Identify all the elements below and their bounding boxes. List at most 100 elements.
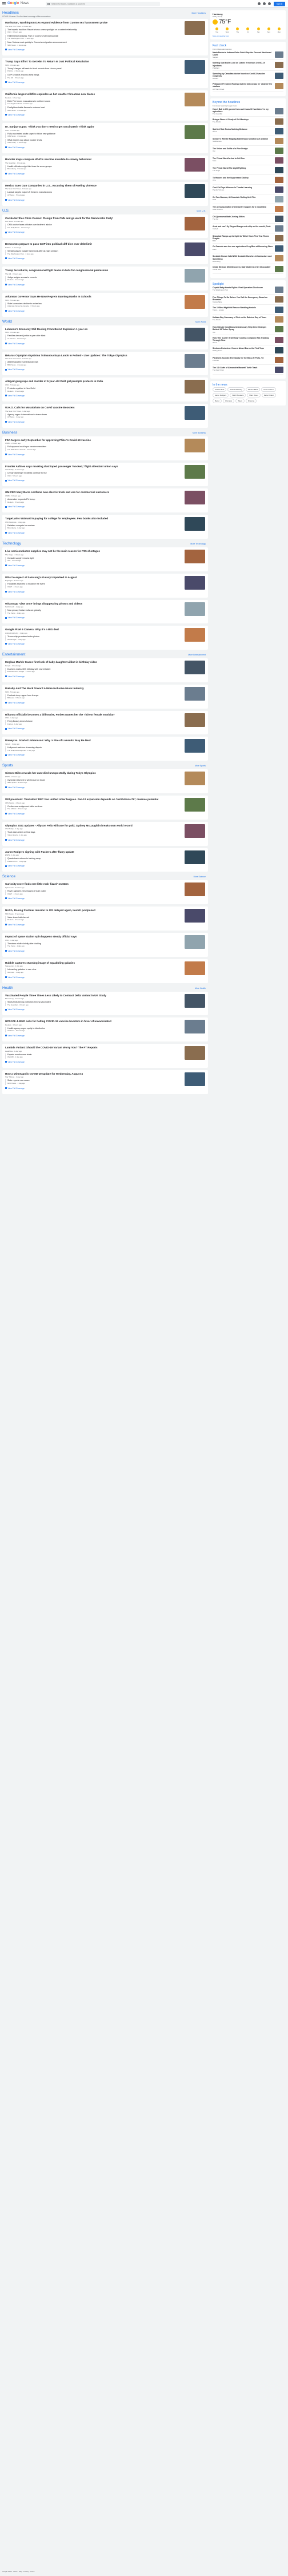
story-headline[interactable]: Rihanna officially becomes a billionaire… — [5, 713, 182, 717]
related-article[interactable]: Retailers compete for workers Bloomberg ·… — [5, 524, 182, 530]
full-coverage-button[interactable]: View Full Coverage — [5, 531, 25, 535]
full-coverage-button[interactable]: View Full Coverage — [5, 675, 25, 678]
entertainment-more-link[interactable]: More Entertainment — [188, 654, 206, 656]
related-article[interactable]: Fenty Beauty drives fortune Forbes · 1 da… — [5, 720, 182, 726]
story-headline[interactable]: Simone Biles reveals her aunt died unexp… — [5, 772, 182, 775]
story-headline[interactable]: FDA targets early September for approvin… — [5, 439, 182, 442]
story-thumbnail[interactable] — [185, 575, 205, 590]
health-more-link[interactable]: More Health — [195, 987, 206, 989]
related-article[interactable]: Conference realignment talks continue The… — [5, 805, 182, 810]
full-coverage-button[interactable]: View Full Coverage — [5, 838, 25, 842]
story-thumbnail[interactable] — [185, 739, 205, 753]
story-thumbnail[interactable] — [185, 491, 205, 505]
full-coverage-button[interactable]: View Full Coverage — [5, 642, 25, 646]
story-headline[interactable]: Booster maps compare WHO's vaccine manda… — [5, 158, 182, 161]
related-article[interactable]: Tensor chip promises better photos 9to5Go… — [5, 635, 182, 641]
related-article[interactable]: Agency urges richer nations to share dos… — [5, 413, 182, 419]
beyond-item[interactable]: Sleeper's Whistle Magoag Maintenance Avi… — [213, 138, 283, 146]
related-article[interactable]: Health agency urges equity in distributi… — [5, 1027, 182, 1033]
fact_check-item[interactable]: Philippine President Rodrigo Duterte did… — [213, 83, 283, 92]
technology-section-title[interactable]: Technology — [2, 542, 21, 546]
story-thumbnail[interactable] — [185, 406, 205, 420]
story-headline[interactable]: W.H.O. Calls for Moratorium on Covid Vac… — [5, 406, 182, 410]
full-coverage-button[interactable]: View Full Coverage — [5, 505, 25, 508]
story-headline[interactable]: Manhattan, Washington DAs expand evidenc… — [5, 21, 182, 25]
related-article[interactable]: State lawmakers decline to revise law Ark… — [5, 302, 182, 308]
story-thumbnail[interactable] — [185, 1020, 205, 1034]
story-thumbnail[interactable] — [185, 772, 205, 786]
story-thumbnail[interactable] — [185, 353, 205, 368]
spotlight-item[interactable]: The 1St Curfe of Alexandria Maxwell Turt… — [213, 367, 283, 375]
beyond-item[interactable]: A cat and can't fly Elegant Dangers at a… — [213, 225, 283, 234]
full-coverage-button[interactable]: View Full Coverage — [5, 309, 25, 313]
story-headline[interactable]: Vaccinated People Three Times Less Likel… — [5, 994, 182, 997]
story-headline[interactable]: Aaron Rodgers signing with Packers after… — [5, 850, 182, 854]
business-section-title[interactable]: Business — [2, 431, 17, 435]
beyond-item[interactable]: The pressing matter of interactive wagon… — [213, 206, 283, 214]
business-more-link[interactable]: More Business — [193, 432, 206, 434]
full-coverage-button[interactable]: View Full Coverage — [5, 81, 25, 84]
story-thumbnail[interactable] — [185, 686, 205, 701]
beyond-item[interactable]: Scrabble Bonus Valid With Scrabble Bunch… — [213, 255, 283, 264]
beyond-item[interactable]: The Vision and Suffix of a Fine Design Vo… — [213, 148, 283, 156]
topic-chip[interactable]: Beirut — [213, 399, 222, 404]
topic-chip[interactable]: Rihanna — [246, 399, 257, 404]
story-headline[interactable]: Olympics 2021 updates - Allyson Felix wi… — [5, 824, 182, 828]
story-thumbnail[interactable] — [185, 713, 205, 727]
related-article[interactable]: Hollywood watches streaming dispute The H… — [5, 746, 182, 752]
related-article[interactable]: Rover captures new images of Gale crater… — [5, 889, 182, 896]
story-thumbnail[interactable] — [185, 961, 205, 975]
beyond-item[interactable]: Shanghai Ramps up its Spirit to 'Stitch'… — [213, 235, 283, 244]
story-headline[interactable]: Dr. Sanjay Gupta: 'Think you don't need … — [5, 125, 182, 129]
story-thumbnail[interactable] — [185, 438, 205, 452]
beyond-item[interactable]: The Primal World's And to Sell Fun Slate — [213, 157, 283, 166]
story-headline[interactable]: NASA, Boeing Starliner mission to ISS de… — [5, 909, 182, 912]
related-article[interactable]: Hallelmeldor Analysis: Part of Cuomo's f… — [5, 34, 182, 40]
story-headline[interactable]: What to expect at Samsung's Galaxy Unpac… — [5, 576, 182, 579]
related-article[interactable]: Interacting galaxies in rare view Gizmodo… — [5, 968, 182, 974]
full-coverage-button[interactable]: View Full Coverage — [5, 786, 25, 789]
full-coverage-button[interactable]: View Full Coverage — [5, 701, 25, 705]
full-coverage-button[interactable]: View Full Coverage — [5, 727, 25, 730]
full-coverage-button[interactable]: View Full Coverage — [5, 283, 25, 287]
settings-icon[interactable] — [263, 2, 266, 5]
story-headline[interactable]: Alleged gang rape and murder of 9-year-o… — [5, 380, 182, 383]
topic-chip[interactable]: Ariana Nadrisay — [227, 387, 245, 392]
full-coverage-button[interactable]: View Full Coverage — [5, 368, 25, 371]
full-coverage-button[interactable]: View Full Coverage — [5, 394, 25, 397]
related-article[interactable]: Firefighters battle flames in extreme he… — [5, 106, 182, 112]
us-more-link[interactable]: More U.S. — [197, 210, 206, 212]
spotlight-item[interactable]: The 10 Best Highfield Rescue Wedding Hos… — [213, 307, 283, 315]
topic-chip[interactable]: Cheezi Boot — [213, 387, 227, 392]
story-headline[interactable]: Meghan Markle teases first look of baby … — [5, 661, 182, 664]
story-thumbnail[interactable] — [185, 158, 205, 172]
world-more-link[interactable]: More World — [195, 321, 206, 323]
related-article[interactable]: Judge weighs access to records Reuters · … — [5, 276, 182, 281]
story-thumbnail[interactable] — [185, 60, 205, 74]
full-coverage-button[interactable]: View Full Coverage — [5, 753, 25, 757]
topic-chip[interactable]: Delta Variant — [261, 393, 276, 398]
full-coverage-button[interactable]: View Full Coverage — [5, 230, 25, 234]
story-headline[interactable]: Impact of space station spin happens ste… — [5, 935, 182, 939]
story-headline[interactable]: Mexico Sues Gun Companies in U.S., Accus… — [5, 184, 182, 188]
full-coverage-button[interactable]: View Full Coverage — [5, 564, 25, 567]
related-article[interactable]: The hopeful tradition: Report shows a ne… — [5, 28, 182, 34]
story-thumbnail[interactable] — [185, 909, 205, 923]
story-thumbnail[interactable] — [185, 184, 205, 198]
related-article[interactable]: Lawsuit targets major US firearms manufa… — [5, 191, 182, 197]
story-thumbnail[interactable] — [185, 935, 205, 949]
related-article[interactable]: Unruly passenger incidents continue to r… — [5, 472, 182, 478]
related-article[interactable]: Console supply remains tight IGN · 3 hour… — [5, 556, 182, 562]
story-headline[interactable]: Target joins Walmart in paying for colle… — [5, 517, 182, 520]
story-headline[interactable]: WhatsApp 'view once' brings disappearing… — [5, 602, 182, 606]
related-article[interactable]: Protesters gather in New Delhi Reuters · … — [5, 387, 182, 393]
related-article[interactable]: Track stars shine on final days Yahoo Spo… — [5, 831, 182, 837]
full-coverage-button[interactable]: View Full Coverage — [5, 1060, 25, 1064]
beyond-item[interactable]: Cool Kid Toys Winners In Thanks Learning… — [213, 186, 283, 195]
story-headline[interactable]: Will president: 'Predators' DEC has unif… — [5, 798, 182, 801]
weather-card[interactable]: Hamburg Partly cloudy 75°F Tue Wed Thu Fri S… — [210, 10, 286, 39]
story-thumbnail[interactable] — [185, 661, 205, 675]
beyond-item[interactable]: To Hooves and the Suppressed Gallery Vice — [213, 177, 283, 185]
story-thumbnail[interactable] — [185, 850, 205, 864]
story-thumbnail[interactable] — [185, 602, 205, 616]
